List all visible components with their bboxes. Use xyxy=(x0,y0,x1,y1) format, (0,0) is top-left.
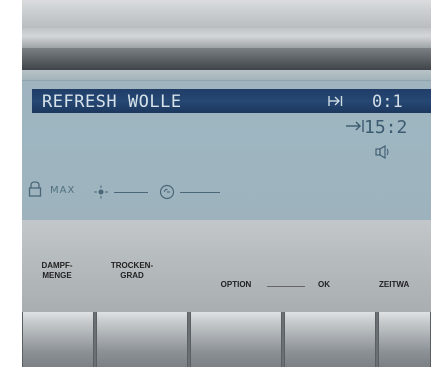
ok-button[interactable] xyxy=(284,312,376,367)
option-ok-connector xyxy=(267,286,305,287)
time-button[interactable] xyxy=(378,312,431,367)
panel-dark-band xyxy=(22,48,431,70)
drying-level-label-text: TROCKEN- GRAD xyxy=(110,261,154,280)
speaker-icon xyxy=(375,144,391,160)
remaining-time: 0:1 xyxy=(372,92,403,112)
panel-top-trim-2 xyxy=(22,28,431,48)
ok-label: OK xyxy=(318,280,330,289)
button-label-strip: DAMPF- MENGE TROCKEN- GRAD OPTION OK ZEI… xyxy=(22,220,431,312)
skip-to-end-icon xyxy=(328,94,346,108)
sun-icon xyxy=(92,184,110,199)
option-button[interactable] xyxy=(190,312,282,367)
end-time: 15:2 xyxy=(364,117,408,138)
screenshot-frame: REFRESH WOLLE 0:1 15:2 MAX DAMPF- MENGE … xyxy=(0,0,431,367)
appliance-control-panel: REFRESH WOLLE 0:1 15:2 MAX DAMPF- MENGE … xyxy=(22,0,431,367)
lock-icon xyxy=(28,181,42,197)
drying-level-label: TROCKEN- GRAD xyxy=(102,261,162,281)
lcd-selected-program-bar: REFRESH WOLLE 0:1 xyxy=(32,89,431,113)
option-label: OPTION xyxy=(220,280,252,289)
hardware-buttons-row xyxy=(22,312,431,367)
program-name: REFRESH WOLLE xyxy=(42,92,182,112)
clock-icon xyxy=(159,184,175,200)
steam-amount-label-text: DAMPF- MENGE xyxy=(41,261,73,280)
steam-amount-button[interactable] xyxy=(22,312,94,367)
steam-amount-label: DAMPF- MENGE xyxy=(28,261,86,281)
time-label: ZEITWA xyxy=(379,280,410,289)
drying-level-button[interactable] xyxy=(96,312,188,367)
arrow-right-to-bar-icon xyxy=(345,118,365,139)
panel-lcd-bezel xyxy=(22,70,431,80)
clock-level-bar xyxy=(180,192,220,193)
lcd-display: REFRESH WOLLE 0:1 15:2 MAX xyxy=(22,80,431,221)
panel-top-trim xyxy=(22,0,431,28)
sun-level-bar xyxy=(114,192,148,193)
intensity-label: MAX xyxy=(50,185,76,196)
